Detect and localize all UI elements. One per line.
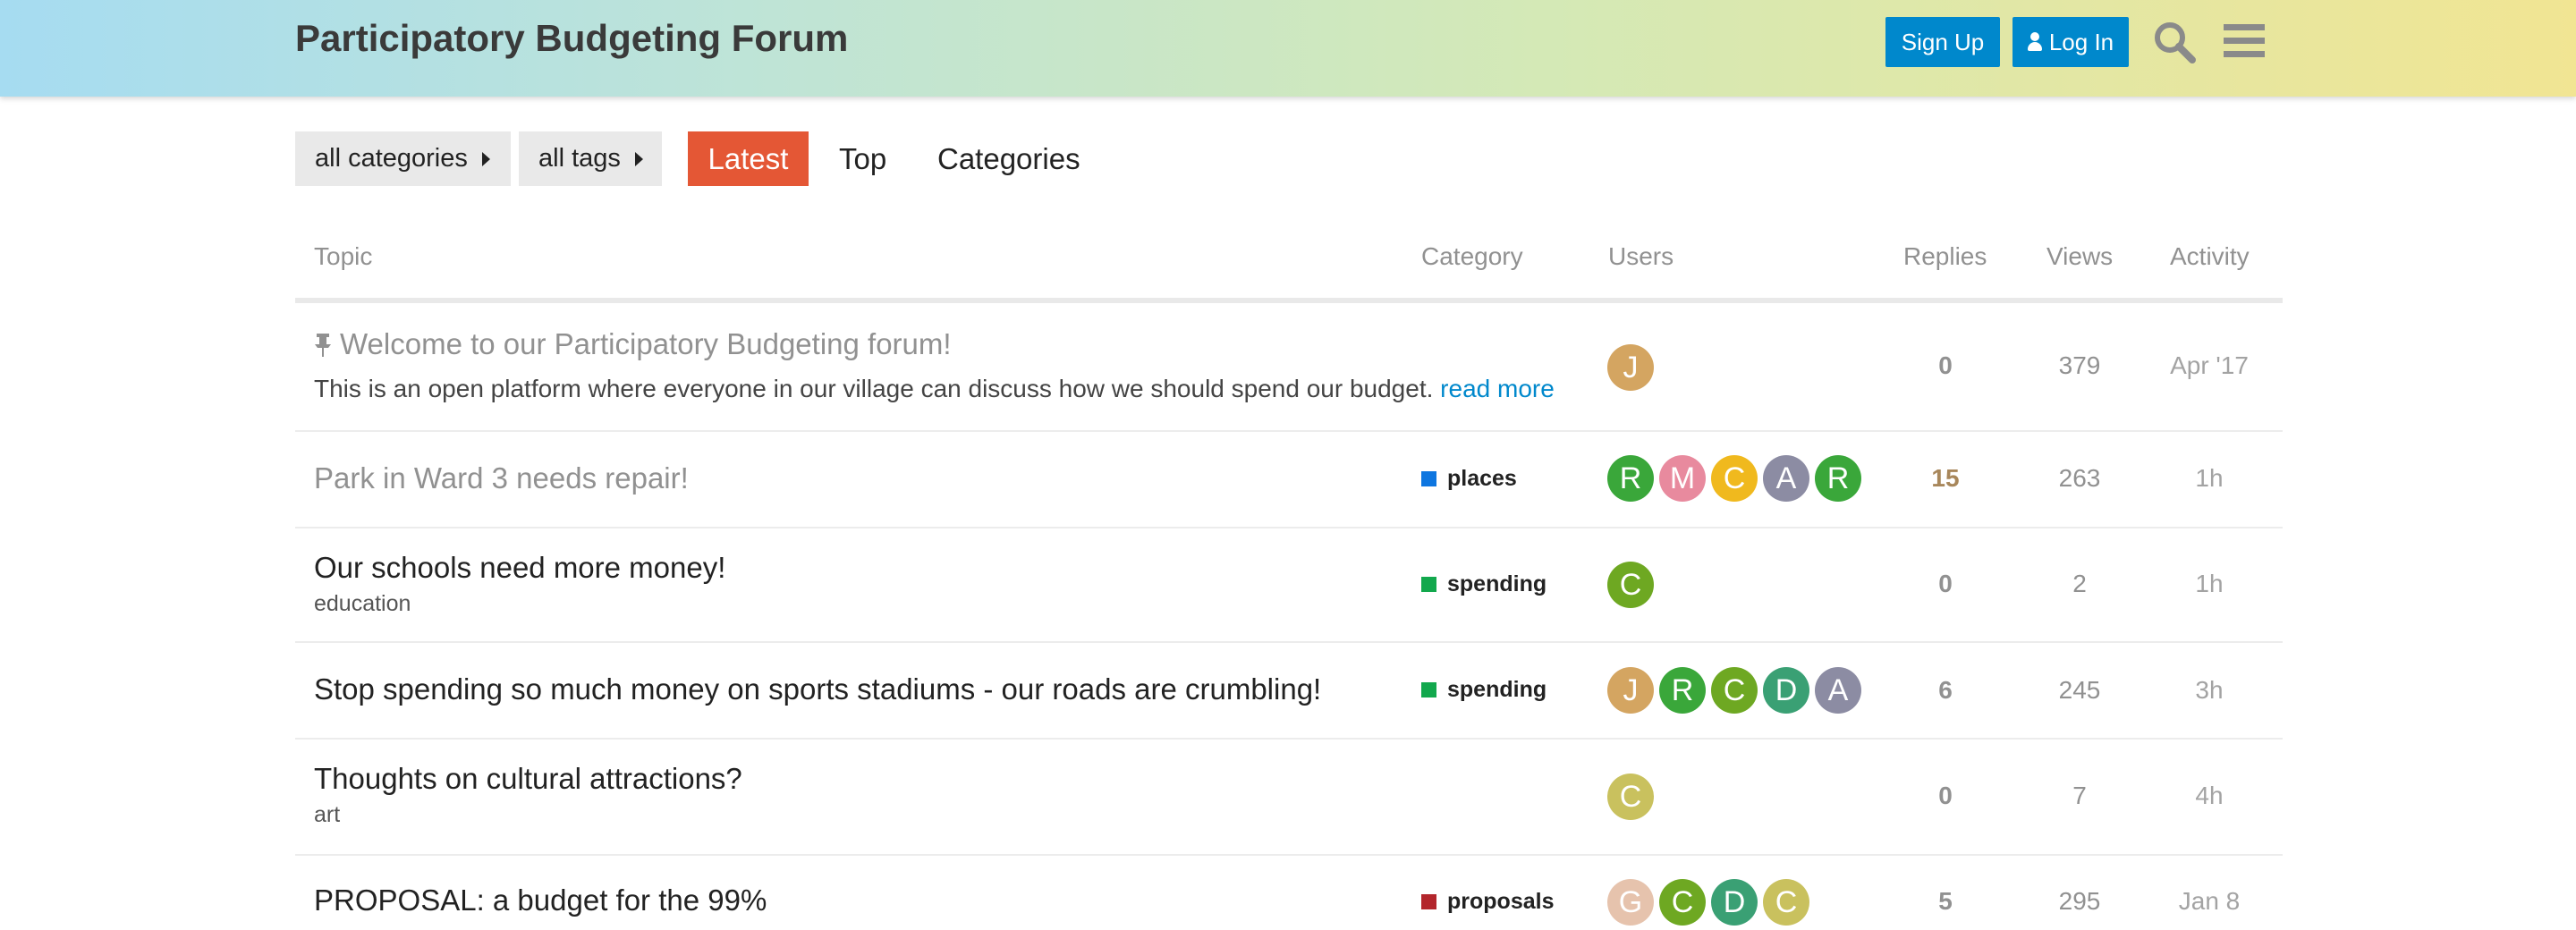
row-divider (295, 527, 2283, 528)
tab-latest[interactable]: Latest (688, 131, 809, 186)
topic-tag[interactable]: art (314, 802, 340, 828)
view-count: 379 (2058, 351, 2101, 379)
avatar[interactable]: J (1607, 667, 1654, 714)
category-name: places (1447, 466, 1517, 491)
search-icon[interactable] (2152, 20, 2197, 64)
tags-dropdown-label: all tags (538, 144, 621, 173)
category-name: spending (1447, 571, 1547, 596)
pin-icon (315, 334, 331, 357)
category-name: spending (1447, 677, 1547, 702)
topic-title-link[interactable]: Our schools need more money! (314, 551, 725, 585)
excerpt-text: This is an open platform where everyone … (314, 375, 1434, 402)
read-more-link[interactable]: read more (1440, 375, 1555, 402)
topic-title-link[interactable]: Welcome to our Participatory Budgeting f… (340, 327, 952, 361)
avatar[interactable]: C (1607, 562, 1654, 608)
topic-users: C (1607, 562, 1654, 608)
avatar[interactable]: G (1607, 879, 1654, 926)
log-in-button[interactable]: Log In (2012, 17, 2129, 67)
topic-users: G C D C (1607, 879, 1809, 926)
avatar[interactable]: D (1763, 667, 1809, 714)
tags-dropdown[interactable]: all tags (519, 131, 662, 186)
column-topic: Topic (314, 242, 373, 270)
category-name: proposals (1447, 889, 1555, 914)
avatar[interactable]: J (1607, 344, 1654, 391)
view-count: 2 (2072, 570, 2087, 597)
avatar[interactable]: R (1659, 667, 1706, 714)
topic-users: C (1607, 774, 1654, 820)
reply-count: 0 (1938, 570, 1953, 597)
avatar[interactable]: C (1711, 667, 1758, 714)
category-badge[interactable]: places (1421, 466, 1517, 492)
column-users: Users (1608, 242, 1674, 270)
column-replies[interactable]: Replies (1903, 242, 1987, 271)
topic-title-link[interactable]: Stop spending so much money on sports st… (314, 672, 1321, 706)
topic-users: J R C D A (1607, 667, 1861, 714)
sign-up-button[interactable]: Sign Up (1885, 17, 2000, 67)
activity-time[interactable]: 1h (2165, 464, 2254, 493)
category-color-square (1421, 682, 1436, 698)
category-badge[interactable]: spending (1421, 571, 1546, 597)
avatar[interactable]: M (1659, 455, 1706, 502)
view-count: 263 (2058, 464, 2101, 492)
log-in-label: Log In (2048, 28, 2114, 55)
topic-title-link[interactable]: Park in Ward 3 needs repair! (314, 461, 689, 495)
avatar[interactable]: C (1763, 879, 1809, 926)
view-count: 245 (2058, 676, 2101, 704)
avatar[interactable]: A (1763, 455, 1809, 502)
topic-excerpt: This is an open platform where everyone … (314, 375, 1555, 403)
category-color-square (1421, 471, 1436, 486)
activity-time[interactable]: 1h (2165, 570, 2254, 598)
tab-categories[interactable]: Categories (937, 131, 1080, 186)
topic-title-link[interactable]: PROPOSAL: a budget for the 99% (314, 884, 767, 917)
column-views[interactable]: Views (2046, 242, 2113, 271)
avatar[interactable]: D (1711, 879, 1758, 926)
row-divider (295, 738, 2283, 740)
tab-top[interactable]: Top (839, 131, 886, 186)
reply-count: 0 (1938, 782, 1953, 809)
topic-users: R M C A R (1607, 455, 1861, 502)
avatar[interactable]: C (1711, 455, 1758, 502)
category-badge[interactable]: proposals (1421, 889, 1554, 915)
category-color-square (1421, 577, 1436, 592)
reply-count: 0 (1938, 351, 1953, 379)
site-header: Participatory Budgeting Forum Sign Up Lo… (0, 0, 2576, 97)
category-color-square (1421, 894, 1436, 909)
sign-up-label: Sign Up (1901, 28, 1985, 55)
row-divider (295, 641, 2283, 643)
caret-right-icon (481, 151, 490, 166)
avatar[interactable]: R (1815, 455, 1861, 502)
categories-dropdown-label: all categories (315, 144, 468, 173)
view-count: 7 (2072, 782, 2087, 809)
row-divider (295, 854, 2283, 856)
topic-title-link[interactable]: Thoughts on cultural attractions? (314, 762, 742, 796)
avatar[interactable]: C (1659, 879, 1706, 926)
categories-dropdown[interactable]: all categories (295, 131, 511, 186)
table-header-divider (295, 298, 2283, 303)
avatar[interactable]: C (1607, 774, 1654, 820)
row-divider (295, 430, 2283, 432)
caret-right-icon (634, 151, 643, 166)
reply-count: 6 (1938, 676, 1953, 704)
site-title[interactable]: Participatory Budgeting Forum (295, 17, 848, 60)
category-badge[interactable]: spending (1421, 677, 1546, 703)
reply-count: 15 (1931, 464, 1960, 492)
avatar[interactable]: A (1815, 667, 1861, 714)
column-category: Category (1421, 242, 1523, 270)
view-count: 295 (2058, 887, 2101, 915)
topic-tag[interactable]: education (314, 591, 411, 617)
activity-time[interactable]: 3h (2165, 676, 2254, 705)
avatar[interactable]: R (1607, 455, 1654, 502)
person-icon (2027, 32, 2042, 52)
topic-users: J (1607, 344, 1654, 391)
activity-time[interactable]: Apr '17 (2165, 351, 2254, 380)
activity-time[interactable]: Jan 8 (2165, 887, 2254, 916)
menu-icon[interactable] (2224, 22, 2265, 60)
activity-time[interactable]: 4h (2165, 782, 2254, 810)
column-activity[interactable]: Activity (2170, 242, 2250, 271)
reply-count: 5 (1938, 887, 1953, 915)
